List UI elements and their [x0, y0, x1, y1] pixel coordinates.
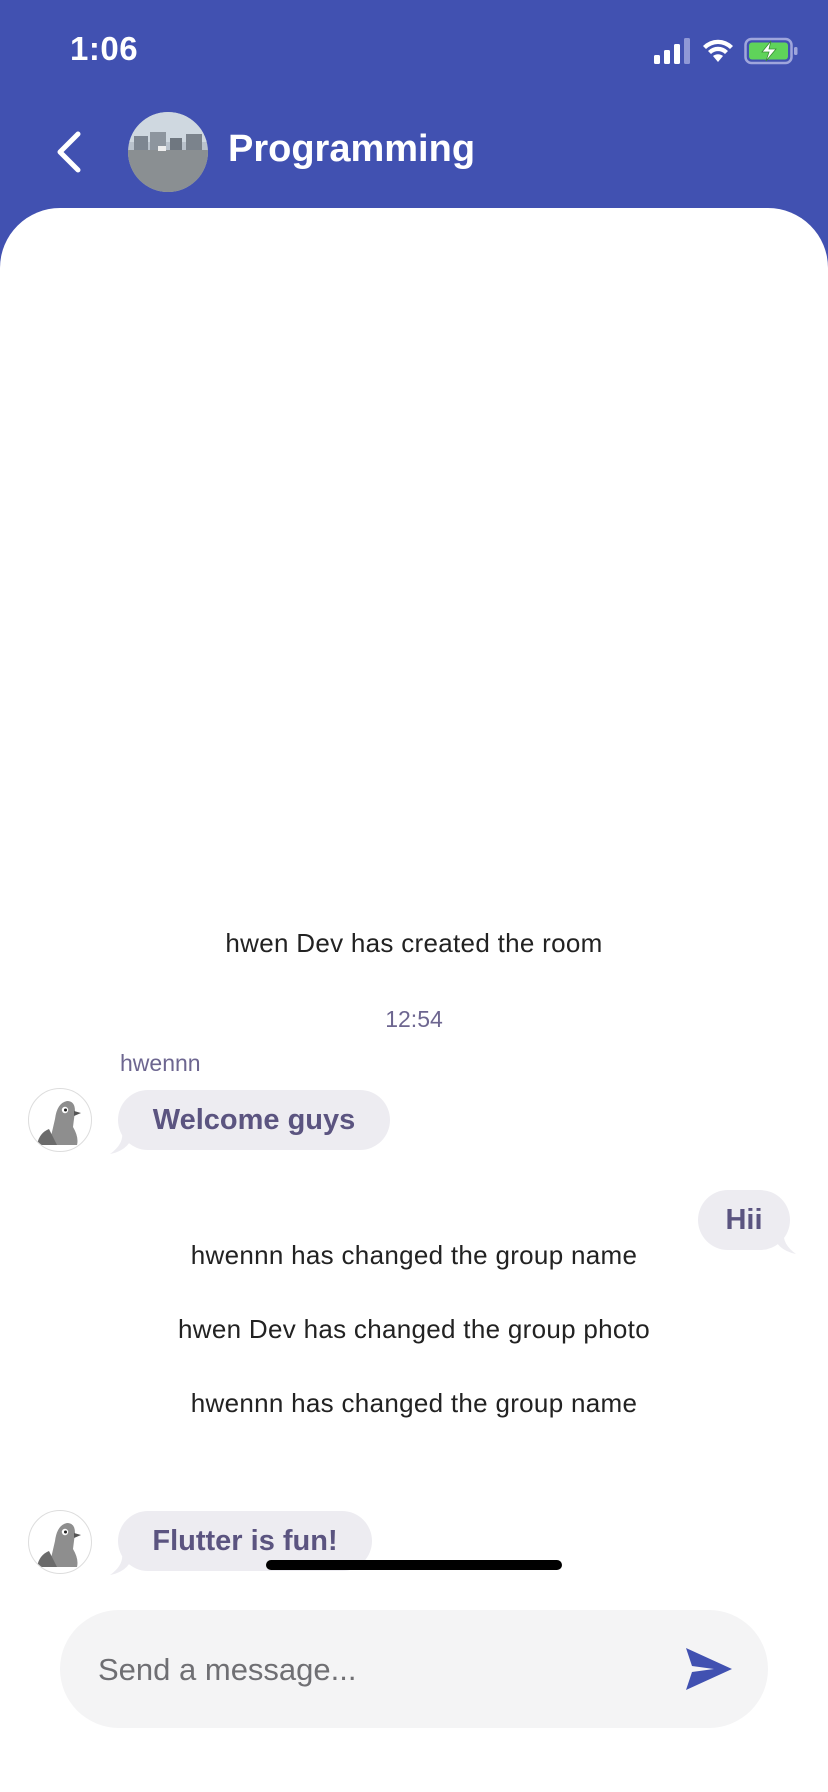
system-message: hwennn has changed the group name: [190, 1240, 638, 1270]
send-button[interactable]: [684, 1646, 734, 1692]
status-bar: 1:06: [0, 0, 828, 100]
sender-name: hwennn: [120, 1050, 201, 1076]
chat-title: Programming: [228, 128, 476, 170]
system-message: hwen Dev has created the room: [225, 928, 603, 958]
back-button[interactable]: [44, 124, 94, 180]
message-bubble[interactable]: Welcome guys: [118, 1090, 390, 1150]
battery-charging-icon: [744, 37, 798, 65]
wifi-icon: [703, 39, 733, 62]
message-text: Hii: [725, 1203, 763, 1236]
signal-icon: [654, 38, 690, 64]
bubble-tail: [110, 1132, 134, 1154]
message-text: Welcome guys: [152, 1103, 356, 1136]
group-avatar[interactable]: [128, 112, 208, 192]
message-text: Flutter is fun!: [152, 1524, 338, 1557]
home-indicator: [266, 1560, 562, 1570]
group-photo-image: [128, 112, 208, 192]
message-timestamp: 12:54: [385, 1006, 443, 1032]
app-header: Programming: [0, 100, 828, 208]
avatar[interactable]: [28, 1510, 92, 1574]
status-icons: [654, 36, 798, 66]
pigeon-avatar-icon: [30, 1512, 90, 1572]
message-input[interactable]: [96, 1610, 660, 1730]
avatar[interactable]: [28, 1088, 92, 1152]
chat-area: hwen Dev has created the room 12:54 hwen…: [0, 208, 828, 1792]
send-icon: [686, 1648, 732, 1690]
system-message: hwennn has changed the group name: [190, 1388, 638, 1418]
status-time: 1:06: [70, 30, 139, 67]
system-message: hwen Dev has changed the group photo: [178, 1314, 650, 1344]
bubble-tail: [110, 1553, 134, 1575]
message-composer: [60, 1610, 768, 1730]
chevron-left-icon: [57, 131, 81, 173]
pigeon-avatar-icon: [30, 1090, 90, 1150]
